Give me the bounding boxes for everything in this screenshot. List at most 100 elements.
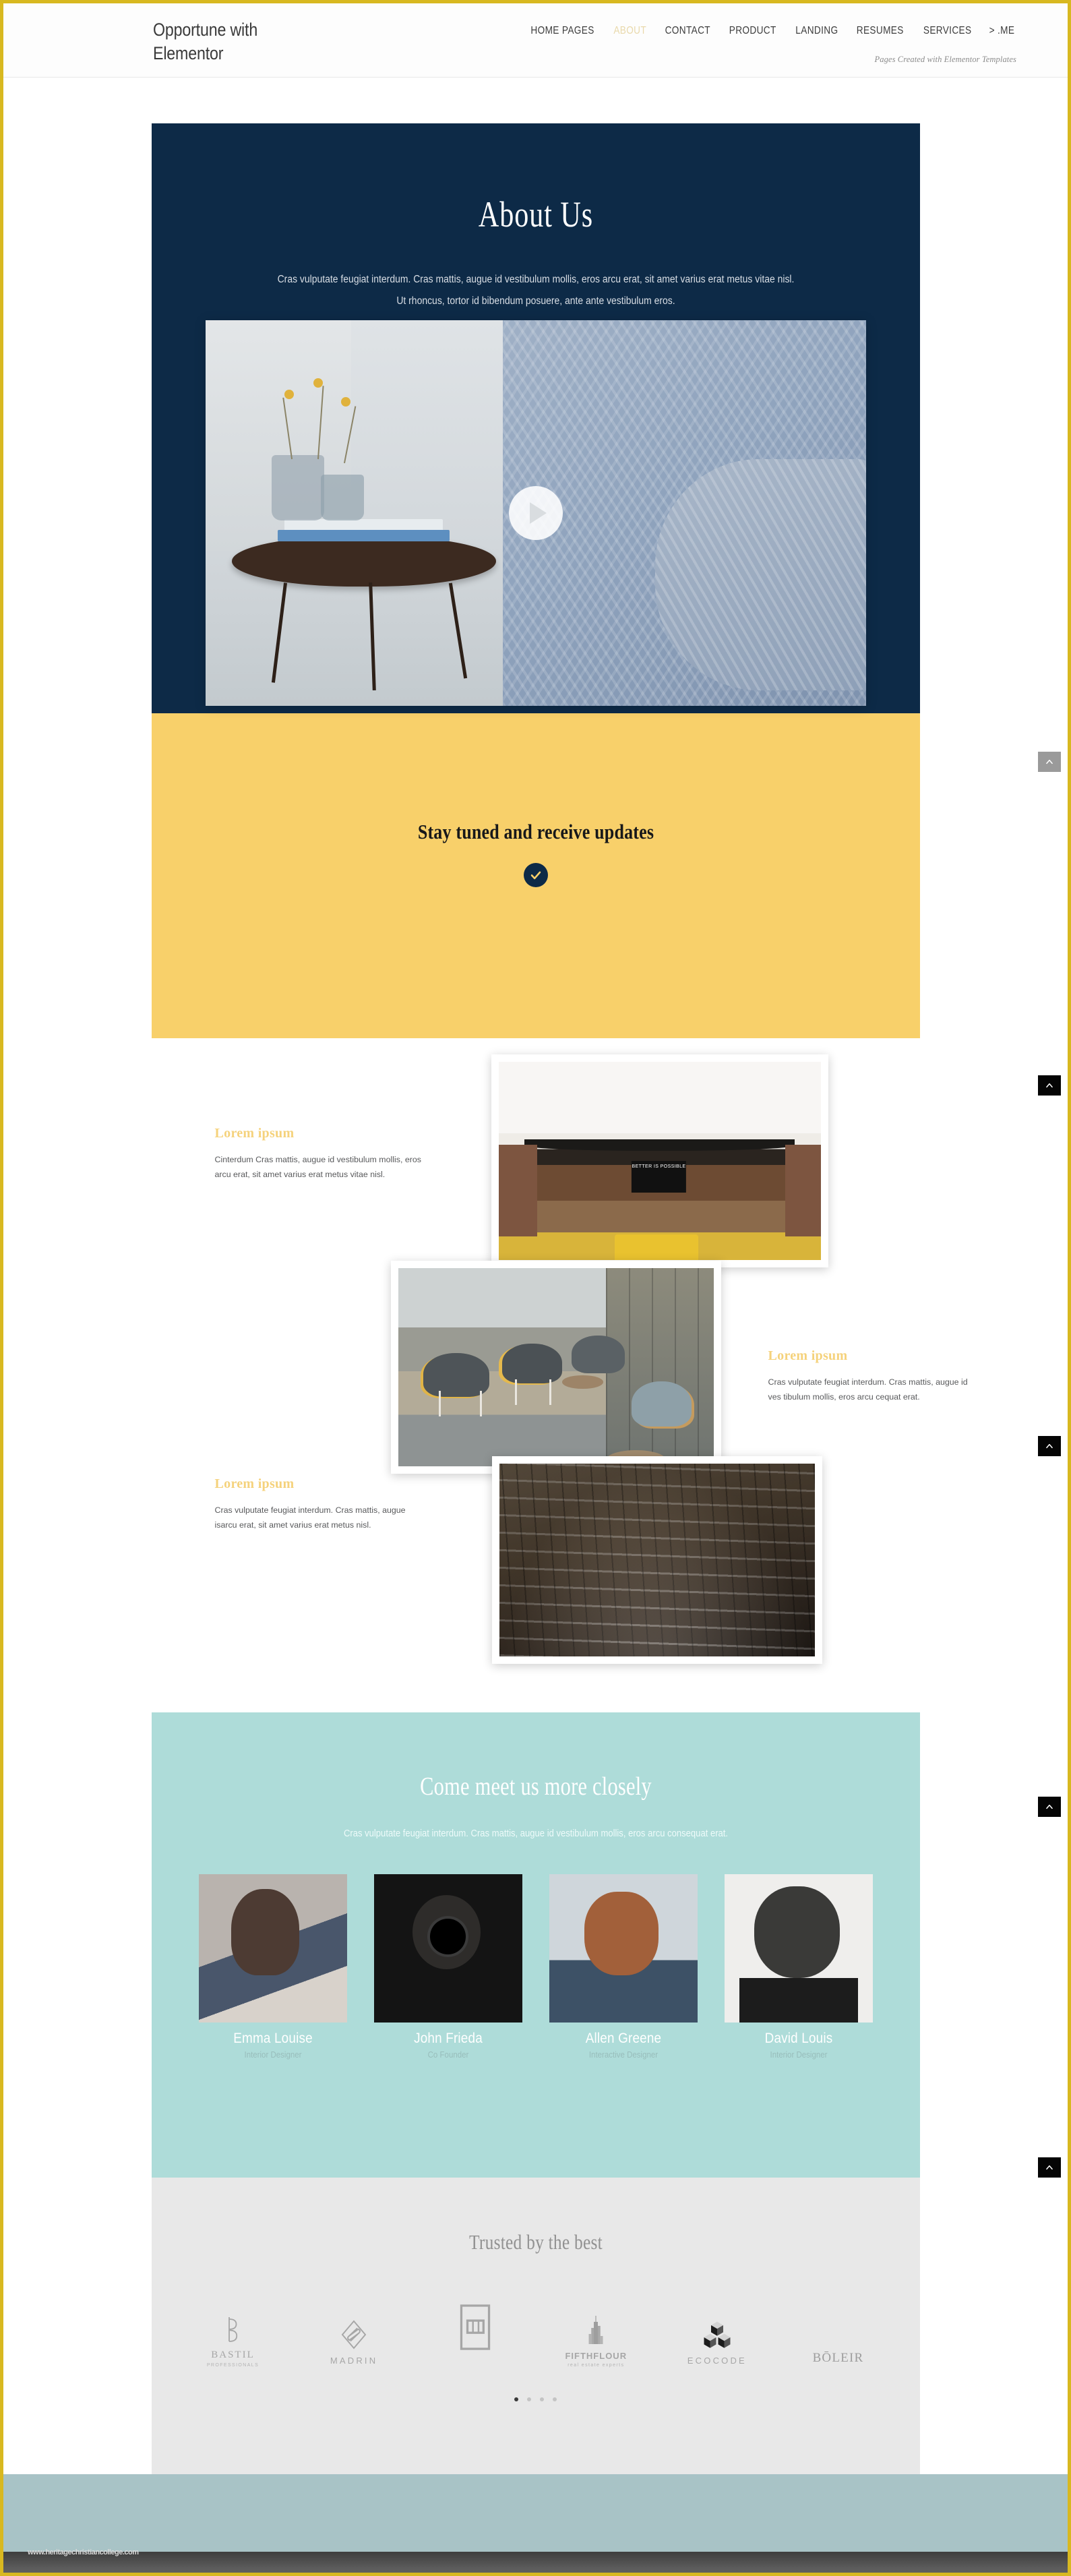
team-member-role: Co Founder — [427, 2050, 468, 2060]
video-flower-bud — [313, 378, 324, 388]
photo-chair-leg — [549, 1379, 552, 1405]
avatar — [549, 1874, 698, 2023]
scroll-to-top-button[interactable] — [1038, 2157, 1061, 2178]
feature-body: Cinterdum Cras mattis, augue id vestibul… — [214, 1155, 421, 1180]
footer-watermark: www.heritagechristiancollege.com — [28, 2548, 139, 2556]
client-logo-row: BASTIL PROFESSIONALS MADRIN FIFTHFLOUR r… — [183, 2292, 889, 2368]
nav-item-resumes[interactable]: RESUMES — [857, 25, 904, 37]
feature-title: Lorem ipsum — [768, 1348, 848, 1363]
client-logo-madrin[interactable]: MADRIN — [303, 2308, 404, 2368]
ecocode-blocks-icon — [667, 2308, 768, 2350]
team-member[interactable]: Allen Greene Interactive Designer — [549, 1874, 698, 2060]
client-logo-bastil[interactable]: BASTIL PROFESSIONALS — [183, 2302, 284, 2368]
client-logo-fifthflour[interactable]: FIFTHFLOUR real estate experts — [545, 2304, 646, 2368]
photo-mezzanine — [524, 1139, 795, 1151]
carousel-dot-3[interactable] — [540, 2397, 544, 2401]
avatar — [198, 1874, 347, 2023]
photo-chair-leg — [480, 1391, 483, 1417]
client-logo-name: FIFTHFLOUR — [565, 2351, 628, 2361]
main-navigation: HOME PAGES ABOUT CONTACT PRODUCT LANDING… — [526, 25, 1016, 37]
video-book — [278, 530, 450, 542]
nav-item-home-pages[interactable]: HOME PAGES — [531, 25, 594, 37]
video-cushion — [654, 458, 866, 691]
photo-chair-leg — [439, 1391, 441, 1417]
avatar — [373, 1874, 522, 2023]
nav-item-me[interactable]: > .ME — [989, 25, 1015, 37]
boleir-wordmark-icon — [787, 2304, 888, 2345]
fifthflour-tower-icon — [545, 2304, 646, 2345]
team-member-name: David Louis — [764, 2031, 832, 2046]
scroll-to-top-button[interactable] — [1038, 1075, 1061, 1096]
team-member[interactable]: Emma Louise Interior Designer — [198, 1874, 347, 2060]
team-member-role: Interactive Designer — [588, 2050, 658, 2060]
client-logo-neo[interactable] — [425, 2292, 526, 2368]
feature-text-2: Lorem ipsum Cras vulputate feugiat inter… — [768, 1348, 977, 1404]
features-section: Lorem ipsum Cinterdum Cras mattis, augue… — [151, 1038, 968, 1712]
nav-item-services[interactable]: SERVICES — [923, 25, 972, 37]
video-vase — [321, 474, 364, 521]
page-content: About Us Cras vulputate feugiat interdum… — [3, 123, 1068, 2474]
team-member-role: Interior Designer — [769, 2050, 828, 2060]
team-member-name: Allen Greene — [585, 2031, 661, 2046]
team-heading: Come meet us more closely — [419, 1772, 652, 1801]
chairs-interior-photo[interactable] — [390, 1261, 721, 1474]
team-member[interactable]: David Louis Interior Designer — [724, 1874, 873, 2060]
footer-bar: Copyright © 2016 MikeGriffin.me. All rig… — [3, 2552, 1068, 2573]
client-logo-name: MADRIN — [330, 2356, 378, 2366]
clients-section: Trusted by the best BASTIL PROFESSIONALS — [151, 2178, 920, 2474]
photo-banner: BETTER IS POSSIBLE — [631, 1161, 687, 1193]
footer-teal-band — [3, 2474, 1068, 2552]
nav-item-landing[interactable]: LANDING — [795, 25, 838, 37]
photo-yellow-chairs — [614, 1234, 698, 1260]
carousel-dot-1[interactable] — [514, 2397, 518, 2401]
nav-item-about[interactable]: ABOUT — [614, 25, 647, 37]
newsletter-heading: Stay tuned and receive updates — [417, 820, 654, 843]
carousel-dot-2[interactable] — [527, 2397, 531, 2401]
carousel-dot-4[interactable] — [553, 2397, 557, 2401]
photo-side-table — [561, 1375, 603, 1389]
header-tagline: Pages Created with Elementor Templates — [874, 55, 1016, 64]
photo-chair — [571, 1335, 625, 1373]
avatar — [724, 1874, 873, 2023]
content-column: About Us Cras vulputate feugiat interdum… — [151, 123, 968, 2474]
feature-title: Lorem ipsum — [214, 1126, 295, 1141]
play-icon[interactable] — [508, 486, 563, 540]
page-frame: Opportune with Elementor HOME PAGES ABOU… — [0, 0, 1071, 2576]
team-section: Come meet us more closely Cras vulputate… — [151, 1712, 920, 2178]
scroll-to-top-button[interactable] — [1038, 1436, 1061, 1456]
client-logo-tagline: real estate experts — [568, 2363, 625, 2368]
coworking-loft-photo[interactable]: BETTER IS POSSIBLE — [491, 1054, 828, 1267]
feature-text-1: Lorem ipsum Cinterdum Cras mattis, augue… — [215, 1126, 424, 1182]
carousel-dots — [152, 2397, 920, 2401]
photo-brick-wall — [785, 1145, 821, 1236]
team-member[interactable]: John Frieda Co Founder — [373, 1874, 522, 2060]
photo-image — [499, 1464, 815, 1656]
client-logo-name: BASTIL — [211, 2349, 255, 2360]
video-table — [231, 536, 496, 587]
site-brand[interactable]: Opportune with Elementor — [153, 18, 309, 65]
neo-framed-mark-icon — [425, 2292, 526, 2362]
team-grid: Emma Louise Interior Designer John Fried… — [198, 1874, 873, 2060]
site-header: Opportune with Elementor HOME PAGES ABOU… — [3, 3, 1068, 78]
photo-image: BETTER IS POSSIBLE — [498, 1062, 821, 1260]
team-subheading: Cras vulputate feugiat interdum. Cras ma… — [343, 1828, 728, 1839]
nav-item-product[interactable]: PRODUCT — [729, 25, 776, 37]
client-logo-boleir[interactable]: BŌLEIR — [787, 2304, 888, 2368]
client-logo-name: BŌLEIR — [812, 2351, 864, 2365]
architecture-facade-photo[interactable] — [491, 1456, 822, 1664]
scroll-to-top-button[interactable] — [1038, 752, 1061, 772]
team-member-role: Interior Designer — [243, 2050, 302, 2060]
check-circle-icon[interactable] — [523, 863, 548, 887]
page-title: About Us — [478, 194, 593, 235]
photo-chair — [501, 1343, 562, 1383]
scroll-to-top-button[interactable] — [1038, 1797, 1061, 1817]
bastil-monogram-icon — [183, 2302, 284, 2344]
photo-chair-leg — [514, 1379, 517, 1405]
client-logo-ecocode[interactable]: ECOCODE — [667, 2308, 768, 2368]
hero-video-card[interactable] — [205, 320, 866, 706]
feature-text-3: Lorem ipsum Cras vulputate feugiat inter… — [215, 1476, 424, 1532]
feature-body: Cras vulputate feugiat interdum. Cras ma… — [768, 1377, 968, 1402]
nav-item-contact[interactable]: CONTACT — [665, 25, 710, 37]
feature-body: Cras vulputate feugiat interdum. Cras ma… — [214, 1505, 406, 1530]
newsletter-section: Stay tuned and receive updates — [151, 713, 920, 1038]
